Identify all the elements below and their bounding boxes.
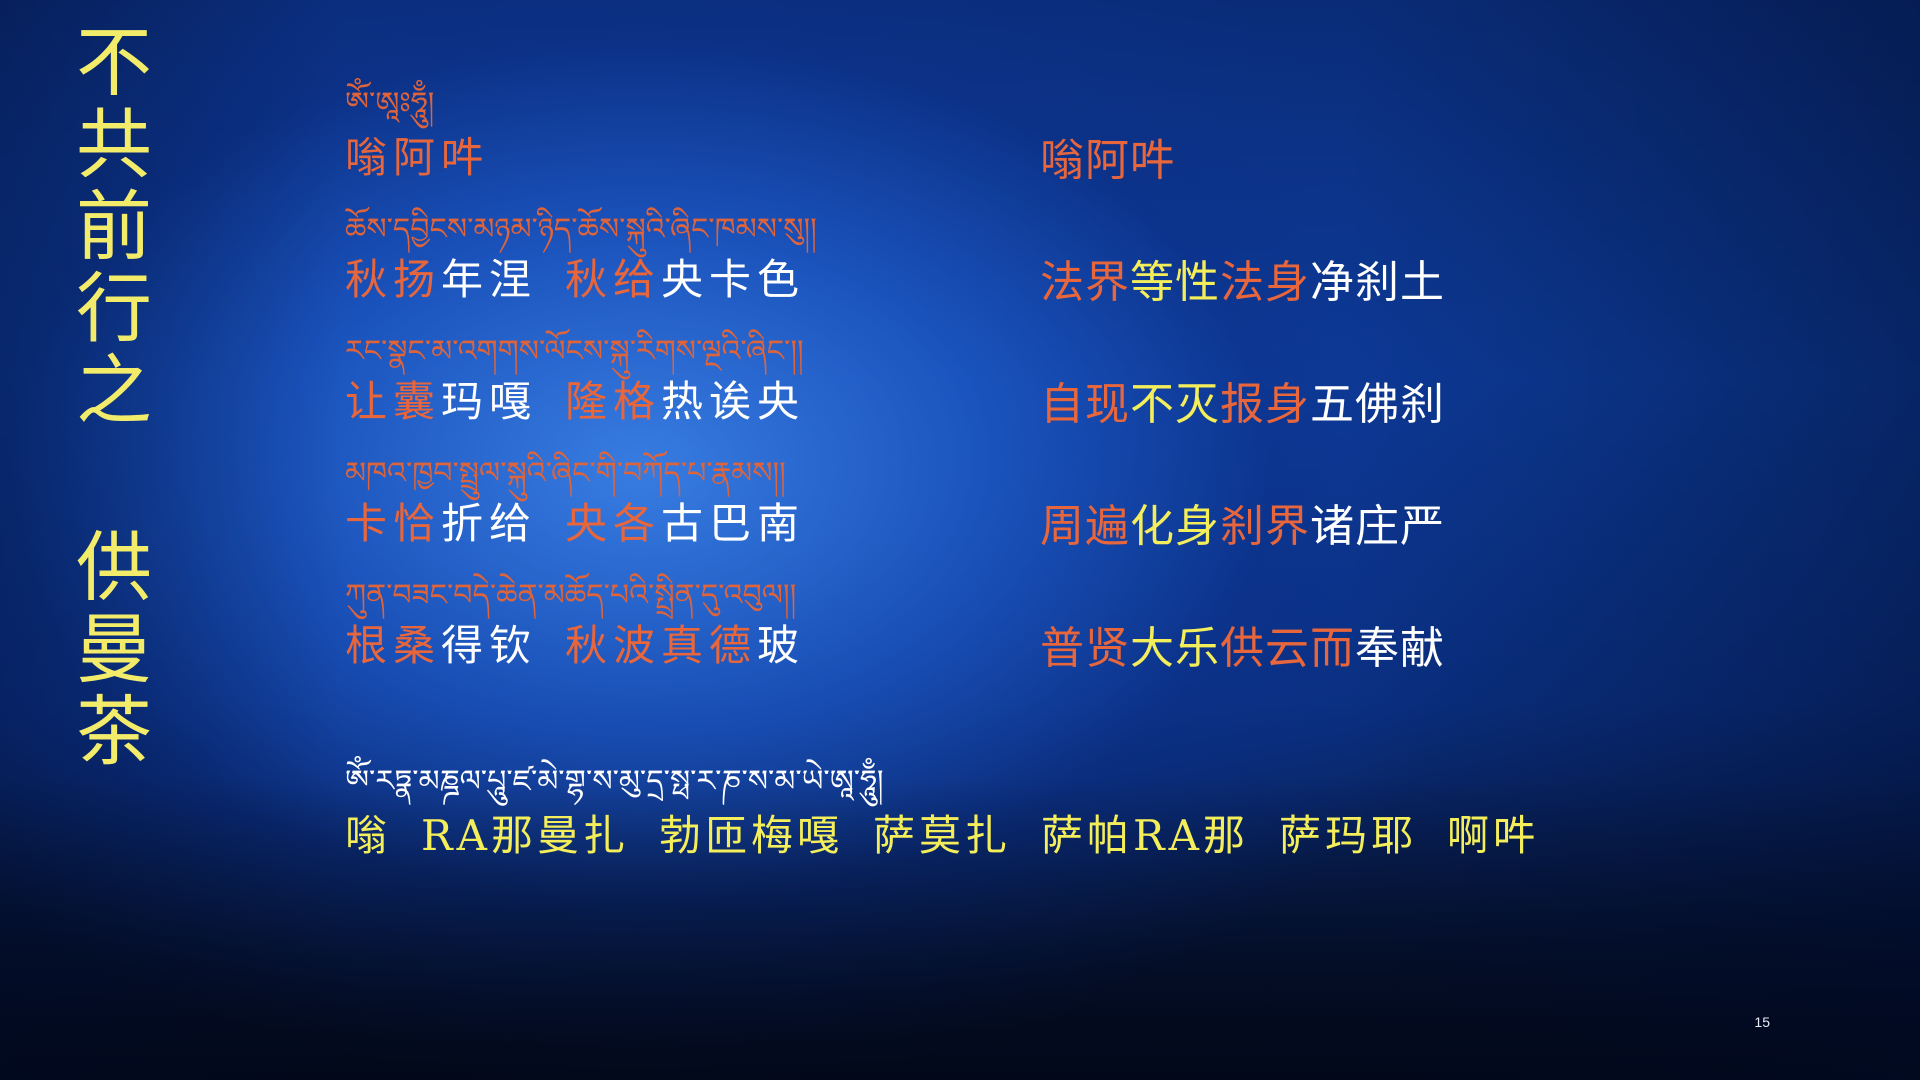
mantra-part-3: 勃匝梅嘎 xyxy=(658,811,843,860)
opening-chinese: 嗡阿吽 xyxy=(345,133,490,182)
verse-3-translation-seg-4: 诸庄严 xyxy=(1310,501,1445,552)
verse-2-translation: 自现不灭报身五佛刹 xyxy=(1040,368,1445,432)
verse-1-translation-seg-4: 净刹土 xyxy=(1310,257,1445,308)
verse-1-translation-seg-2: 等性 xyxy=(1130,257,1220,308)
verse-4-chinese-seg-1: 根桑 xyxy=(345,621,442,670)
verse-2-chinese-seg-4: 热诶央 xyxy=(661,377,806,426)
verse-1-translation: 法界等性法身净刹土 xyxy=(1040,246,1445,310)
verse-2-translation-seg-1: 自现 xyxy=(1040,379,1130,430)
verse-2-chinese-seg-3: 隆格 xyxy=(565,377,662,426)
verse-4-chinese-seg-2: 得钦 xyxy=(441,621,538,670)
verse-3-chinese-seg-3: 央各 xyxy=(565,499,662,548)
mantra-part-1: 嗡 xyxy=(345,811,392,860)
mantra-part-4: 萨莫扎 xyxy=(873,811,1012,860)
verse-3-chinese: 卡恰折给 央各古巴南 xyxy=(345,490,805,551)
mantra-part-2: RA那曼扎 xyxy=(421,811,629,860)
verse-4-translation-seg-3: 供云而 xyxy=(1220,623,1355,674)
verse-4-chinese: 根桑得钦 秋波真德玻 xyxy=(345,612,805,673)
verse-3-translation: 周遍化身刹界诸庄严 xyxy=(1040,490,1445,554)
verse-2-chinese-seg-1: 让囊 xyxy=(345,377,442,426)
verse-2-translation-seg-3: 报身 xyxy=(1220,379,1310,430)
mantra-part-5: 萨帕RA那 xyxy=(1041,811,1249,860)
verse-4-translation: 普贤大乐供云而奉献 xyxy=(1040,612,1445,676)
verse-1-chinese: 秋扬年涅 秋给央卡色 xyxy=(345,246,805,307)
verse-4-translation-seg-2: 大乐 xyxy=(1130,623,1220,674)
verse-2-translation-seg-2: 不灭 xyxy=(1130,379,1220,430)
verse-2-chinese-seg-2: 玛嘎 xyxy=(441,377,538,426)
verse-1-chinese-seg-1: 秋扬 xyxy=(345,255,442,304)
verse-3-translation-seg-2: 化身 xyxy=(1130,501,1220,552)
slide-content: ཨོཾ་ཨཱཿཧཱུྃ། 嗡阿吽 嗡阿吽 ཆོས་དབྱིངས་མཉམ་ཉིད་… xyxy=(0,0,1920,1080)
verse-1-chinese-seg-2: 年涅 xyxy=(441,255,538,304)
verse-3-chinese-seg-2: 折给 xyxy=(441,499,538,548)
verse-3-translation-seg-1: 周遍 xyxy=(1040,501,1130,552)
verse-4-translation-seg-1: 普贤 xyxy=(1040,623,1130,674)
verse-4-chinese-seg-3: 秋波真德 xyxy=(565,621,758,670)
page-number: 15 xyxy=(1754,1014,1770,1030)
verse-3-chinese-seg-4: 古巴南 xyxy=(661,499,806,548)
verse-4-chinese-seg-4: 玻 xyxy=(757,621,806,670)
mantra-part-6: 萨玛耶 xyxy=(1278,811,1417,860)
mantra-part-7: 啊吽 xyxy=(1447,811,1540,860)
verse-1-translation-seg-1: 法界 xyxy=(1040,257,1130,308)
mantra-chinese: 嗡 RA那曼扎 勃匝梅嘎 萨莫扎 萨帕RA那 萨玛耶 啊吽 xyxy=(345,802,1569,863)
verse-3-translation-seg-3: 刹界 xyxy=(1220,501,1310,552)
verse-2-translation-seg-4: 五佛刹 xyxy=(1310,379,1445,430)
verse-1-chinese-seg-3: 秋给 xyxy=(565,255,662,304)
opening-translation: 嗡阿吽 xyxy=(1040,135,1175,186)
verse-1-translation-seg-3: 法身 xyxy=(1220,257,1310,308)
verse-3-chinese-seg-1: 卡恰 xyxy=(345,499,442,548)
verse-2-chinese: 让囊玛嘎 隆格热诶央 xyxy=(345,368,805,429)
verse-4-translation-seg-4: 奉献 xyxy=(1355,623,1445,674)
verse-1-chinese-seg-4: 央卡色 xyxy=(661,255,806,304)
